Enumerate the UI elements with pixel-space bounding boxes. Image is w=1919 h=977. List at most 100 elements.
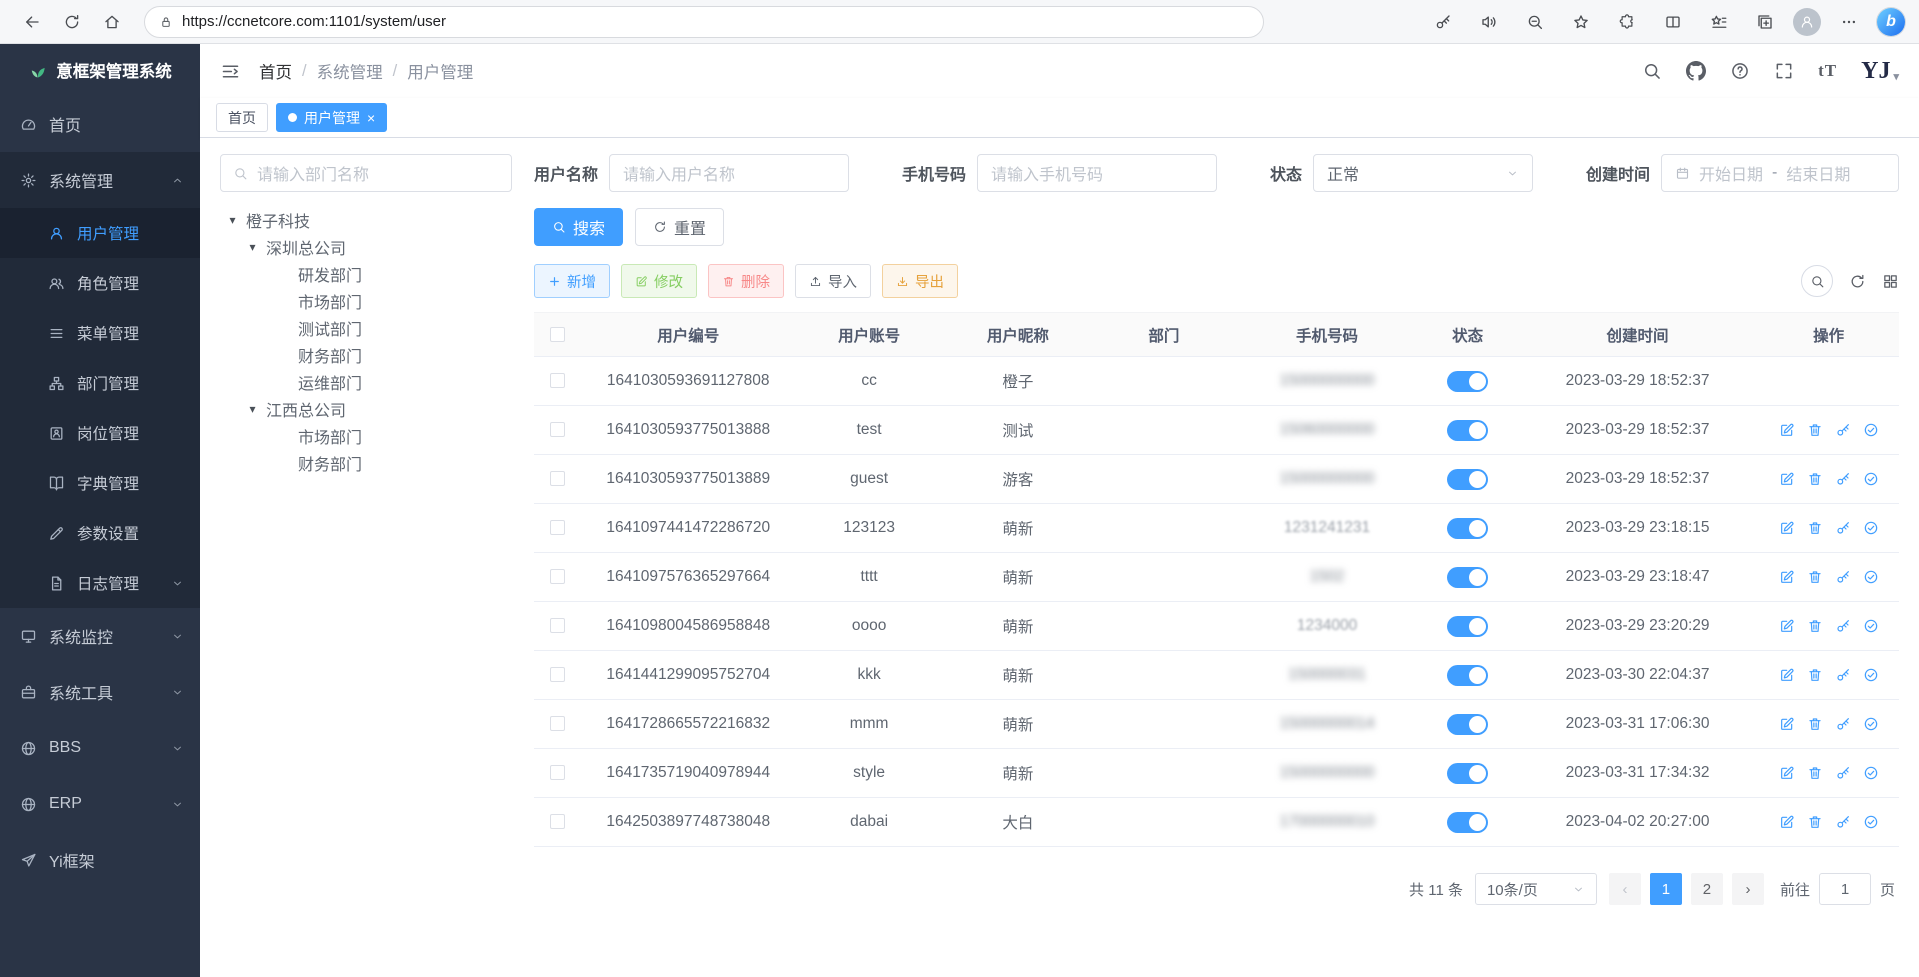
reset-password-action-icon[interactable]: [1835, 471, 1851, 487]
status-toggle[interactable]: [1447, 763, 1488, 784]
assign-role-action-icon[interactable]: [1863, 471, 1879, 487]
tree-node[interactable]: ▾深圳总公司: [220, 233, 512, 260]
extensions-icon[interactable]: [1609, 5, 1645, 39]
status-toggle[interactable]: [1447, 714, 1488, 735]
edit-action-icon[interactable]: [1779, 520, 1795, 536]
font-size-icon[interactable]: tT: [1818, 61, 1837, 81]
tree-node[interactable]: 测试部门: [220, 314, 512, 341]
status-toggle[interactable]: [1447, 812, 1488, 833]
sidebar-item-8[interactable]: 参数设置: [0, 508, 200, 558]
status-select[interactable]: 正常: [1313, 154, 1533, 192]
sidebar-item-7[interactable]: 字典管理: [0, 458, 200, 508]
sidebar-item-4[interactable]: 菜单管理: [0, 308, 200, 358]
sidebar-collapse-icon[interactable]: [220, 61, 241, 82]
row-checkbox[interactable]: [550, 618, 565, 633]
tree-node[interactable]: 研发部门: [220, 260, 512, 287]
help-icon[interactable]: [1730, 61, 1750, 81]
select-all-checkbox[interactable]: [550, 327, 565, 342]
delete-action-icon[interactable]: [1807, 422, 1823, 438]
sidebar-item-3[interactable]: 角色管理: [0, 258, 200, 308]
delete-action-icon[interactable]: [1807, 814, 1823, 830]
caret-down-icon[interactable]: ▾: [226, 213, 239, 227]
row-checkbox[interactable]: [550, 765, 565, 780]
status-toggle[interactable]: [1447, 420, 1488, 441]
breadcrumb-item-1[interactable]: 系统管理: [317, 59, 383, 83]
assign-role-action-icon[interactable]: [1863, 569, 1879, 585]
sidebar-item-1[interactable]: 系统管理: [0, 152, 200, 208]
delete-button[interactable]: 删除: [708, 264, 784, 298]
status-toggle[interactable]: [1447, 567, 1488, 588]
edit-action-icon[interactable]: [1779, 667, 1795, 683]
address-bar[interactable]: https://ccnetcore.com:1101/system/user: [144, 6, 1264, 38]
sidebar-item-9[interactable]: 日志管理: [0, 558, 200, 608]
row-checkbox[interactable]: [550, 373, 565, 388]
caret-down-icon[interactable]: ▾: [246, 240, 259, 254]
tree-node[interactable]: 市场部门: [220, 287, 512, 314]
assign-role-action-icon[interactable]: [1863, 618, 1879, 634]
github-icon[interactable]: [1686, 61, 1706, 81]
delete-action-icon[interactable]: [1807, 765, 1823, 781]
reset-password-action-icon[interactable]: [1835, 716, 1851, 732]
tree-node[interactable]: ▾江西总公司: [220, 395, 512, 422]
status-toggle[interactable]: [1447, 469, 1488, 490]
read-aloud-icon[interactable]: [1471, 5, 1507, 39]
favorites-bar-icon[interactable]: [1701, 5, 1737, 39]
assign-role-action-icon[interactable]: [1863, 422, 1879, 438]
back-button[interactable]: [14, 5, 50, 39]
add-button[interactable]: 新增: [534, 264, 610, 298]
dept-search-input[interactable]: 请输入部门名称: [220, 154, 512, 192]
zoom-out-icon[interactable]: [1517, 5, 1553, 39]
sidebar-item-5[interactable]: 部门管理: [0, 358, 200, 408]
edit-action-icon[interactable]: [1779, 814, 1795, 830]
delete-action-icon[interactable]: [1807, 618, 1823, 634]
reset-password-action-icon[interactable]: [1835, 618, 1851, 634]
assign-role-action-icon[interactable]: [1863, 667, 1879, 683]
tab-1[interactable]: 用户管理×: [276, 103, 387, 132]
username-input[interactable]: 请输入用户名称: [609, 154, 849, 192]
copilot-icon[interactable]: b: [1877, 8, 1905, 36]
date-range-picker[interactable]: 开始日期 - 结束日期: [1661, 154, 1899, 192]
goto-page-input[interactable]: [1819, 873, 1871, 905]
delete-action-icon[interactable]: [1807, 667, 1823, 683]
tree-node[interactable]: 市场部门: [220, 422, 512, 449]
favorites-star-icon[interactable]: [1563, 5, 1599, 39]
sidebar-item-11[interactable]: 系统工具: [0, 664, 200, 720]
more-menu-icon[interactable]: [1831, 5, 1867, 39]
row-checkbox[interactable]: [550, 569, 565, 584]
split-screen-icon[interactable]: [1655, 5, 1691, 39]
reset-password-action-icon[interactable]: [1835, 765, 1851, 781]
sidebar-item-12[interactable]: BBS: [0, 720, 200, 776]
breadcrumb-item-0[interactable]: 首页: [259, 59, 292, 83]
status-toggle[interactable]: [1447, 518, 1488, 539]
user-avatar[interactable]: YJ ▾: [1861, 58, 1899, 85]
caret-down-icon[interactable]: ▾: [246, 402, 259, 416]
tab-0[interactable]: 首页: [216, 103, 268, 132]
reset-password-action-icon[interactable]: [1835, 422, 1851, 438]
page-button-1[interactable]: 1: [1650, 873, 1682, 905]
page-button-2[interactable]: 2: [1691, 873, 1723, 905]
reset-password-action-icon[interactable]: [1835, 520, 1851, 536]
edit-action-icon[interactable]: [1779, 422, 1795, 438]
sidebar-item-10[interactable]: 系统监控: [0, 608, 200, 664]
sidebar-item-13[interactable]: ERP: [0, 776, 200, 832]
delete-action-icon[interactable]: [1807, 471, 1823, 487]
edit-action-icon[interactable]: [1779, 765, 1795, 781]
reset-password-action-icon[interactable]: [1835, 814, 1851, 830]
tree-node[interactable]: 财务部门: [220, 341, 512, 368]
assign-role-action-icon[interactable]: [1863, 765, 1879, 781]
import-button[interactable]: 导入: [795, 264, 871, 298]
collections-icon[interactable]: [1747, 5, 1783, 39]
toggle-search-icon[interactable]: [1801, 265, 1833, 297]
row-checkbox[interactable]: [550, 716, 565, 731]
sidebar-item-0[interactable]: 首页: [0, 96, 200, 152]
row-checkbox[interactable]: [550, 520, 565, 535]
prev-page-button[interactable]: ‹: [1609, 873, 1641, 905]
delete-action-icon[interactable]: [1807, 520, 1823, 536]
page-size-select[interactable]: 10条/页: [1475, 873, 1597, 905]
edit-action-icon[interactable]: [1779, 618, 1795, 634]
reset-password-action-icon[interactable]: [1835, 667, 1851, 683]
assign-role-action-icon[interactable]: [1863, 716, 1879, 732]
phone-input[interactable]: 请输入手机号码: [977, 154, 1217, 192]
tree-node[interactable]: 运维部门: [220, 368, 512, 395]
row-checkbox[interactable]: [550, 471, 565, 486]
